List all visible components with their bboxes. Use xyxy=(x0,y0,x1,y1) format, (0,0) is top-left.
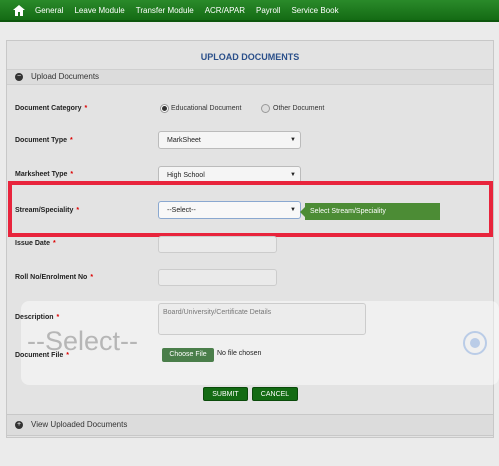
choose-file-button[interactable]: Choose File xyxy=(162,348,214,362)
issue-date-label: Issue Date * xyxy=(15,240,56,247)
document-file-label: Document File * xyxy=(15,352,69,359)
nav-general[interactable]: General xyxy=(35,6,63,15)
nav-payroll[interactable]: Payroll xyxy=(256,6,280,15)
highlight-box xyxy=(8,181,493,237)
nav-service-book[interactable]: Service Book xyxy=(291,6,338,15)
footer-section-title: View Uploaded Documents xyxy=(31,420,128,429)
top-navigation-bar: General Leave Module Transfer Module ACR… xyxy=(0,0,499,22)
home-icon[interactable] xyxy=(11,3,27,17)
issue-date-input[interactable] xyxy=(158,236,277,253)
chevron-down-icon: ▼ xyxy=(290,137,296,143)
cancel-button[interactable]: CANCEL xyxy=(252,387,298,401)
marksheet-type-label: Marksheet Type * xyxy=(15,171,74,178)
ghost-radio-icon xyxy=(463,331,487,355)
document-type-select[interactable]: MarkSheet ▼ xyxy=(158,131,301,149)
document-type-label: Document Type * xyxy=(15,137,73,144)
section-title: Upload Documents xyxy=(31,72,100,81)
nav-acr-apar[interactable]: ACR/APAR xyxy=(205,6,245,15)
educational-document-label: Educational Document xyxy=(171,105,242,112)
file-status: No file chosen xyxy=(217,350,262,357)
page-title: UPLOAD DOCUMENTS xyxy=(200,52,300,62)
other-document-radio[interactable] xyxy=(261,104,270,113)
other-document-label: Other Document xyxy=(273,105,325,112)
nav-leave-module[interactable]: Leave Module xyxy=(74,6,124,15)
expand-icon[interactable]: + xyxy=(15,421,23,429)
document-category-label: Document Category * xyxy=(15,105,88,112)
roll-no-label: Roll No/Enrolment No * xyxy=(15,274,94,281)
collapse-icon[interactable]: − xyxy=(15,73,23,81)
roll-no-input[interactable] xyxy=(158,269,277,286)
description-textarea[interactable]: Board/University/Certificate Details xyxy=(158,303,366,335)
upload-documents-section-header[interactable]: − Upload Documents xyxy=(7,69,493,85)
view-uploaded-documents-section[interactable]: + View Uploaded Documents xyxy=(6,414,494,436)
nav-transfer-module[interactable]: Transfer Module xyxy=(136,6,194,15)
description-label: Description * xyxy=(15,314,60,321)
submit-button[interactable]: SUBMIT xyxy=(203,387,248,401)
educational-document-radio[interactable] xyxy=(160,104,169,113)
